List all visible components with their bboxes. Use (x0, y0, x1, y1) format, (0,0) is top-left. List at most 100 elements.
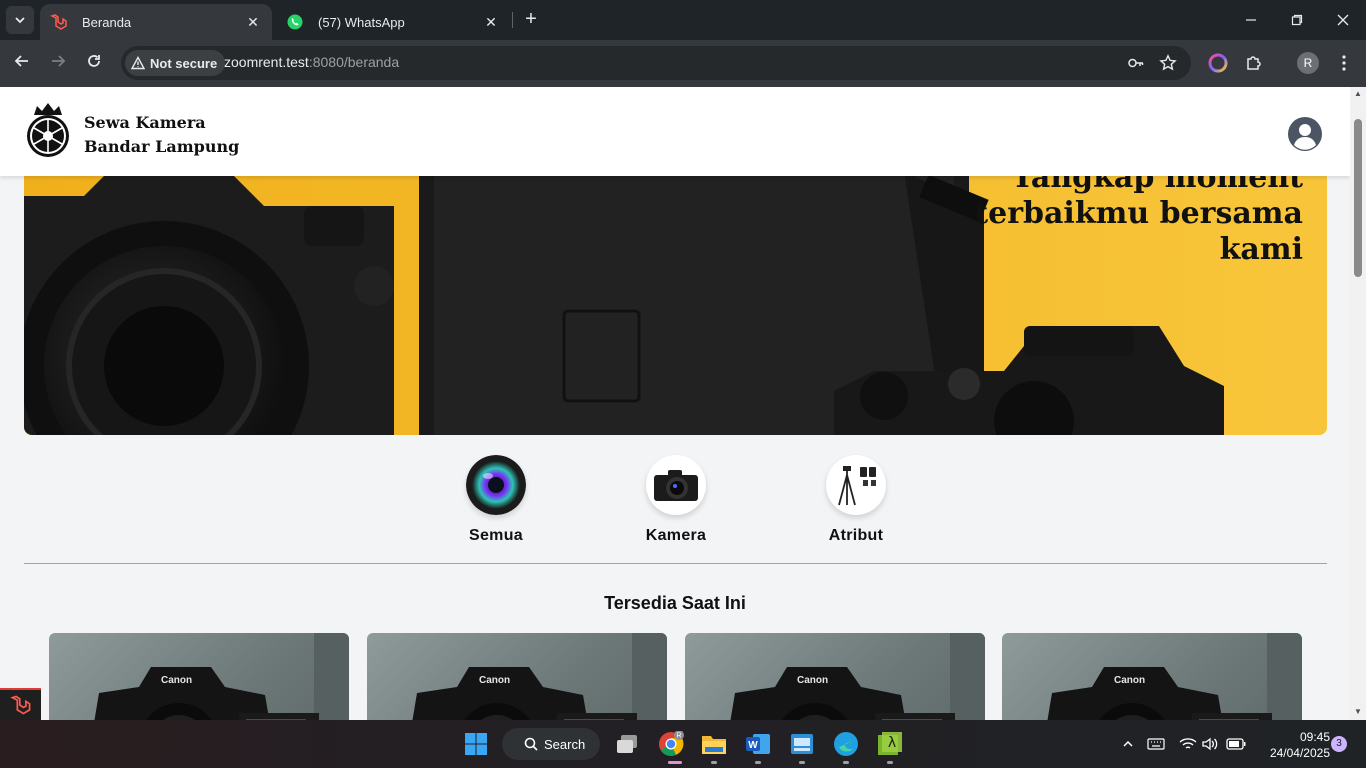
laravel-icon (50, 14, 67, 30)
restore-button[interactable] (1274, 0, 1320, 40)
security-chip[interactable]: Not secure (125, 50, 226, 76)
brand-logo-icon[interactable] (24, 97, 72, 159)
file-explorer-button[interactable] (698, 728, 730, 760)
category-label: Atribut (828, 527, 884, 544)
touch-keyboard-app-button[interactable] (786, 728, 818, 760)
running-app-indicator (843, 761, 849, 764)
product-card[interactable]: Canon (1002, 633, 1302, 720)
svg-text:R: R (676, 733, 681, 740)
chevron-down-icon (15, 17, 25, 24)
lens-icon (466, 455, 526, 515)
card-brand-label: Canon (479, 675, 510, 686)
product-card[interactable]: Canon (49, 633, 349, 720)
word-button[interactable]: W (742, 728, 774, 760)
hero-line-1: Tangkap moment (1011, 176, 1303, 195)
svg-text:λ: λ (888, 735, 896, 751)
svg-text:W: W (748, 740, 758, 751)
start-button[interactable] (460, 728, 492, 760)
back-button[interactable] (11, 52, 33, 74)
clock-date: 24/04/2025 (1269, 746, 1330, 760)
tab-beranda[interactable]: Beranda ✕ (40, 4, 272, 40)
reload-icon (88, 55, 100, 67)
address-bar[interactable]: Not secure zoomrent.test:8080/beranda (121, 46, 1191, 80)
user-account-icon[interactable] (1288, 117, 1322, 151)
clock-time: 09:45 (1299, 730, 1330, 744)
notification-badge[interactable]: 3 (1331, 736, 1347, 752)
color-extension-icon[interactable] (1207, 52, 1229, 74)
laravel-debug-badge[interactable] (0, 688, 41, 720)
section-divider (24, 563, 1327, 564)
arrow-left-icon (14, 55, 28, 67)
hero-line-2: terbaikmu bersama (974, 196, 1303, 231)
taskbar-search[interactable]: Search (502, 728, 600, 760)
windows-logo-icon (465, 733, 487, 755)
restore-icon (1291, 14, 1303, 26)
scroll-up-icon[interactable]: ▲ (1354, 89, 1362, 98)
extensions-puzzle-icon[interactable] (1243, 52, 1265, 74)
category-semua[interactable]: Semua (446, 455, 546, 545)
volume-icon[interactable] (1200, 734, 1220, 754)
close-icon (1337, 14, 1349, 26)
hero-tagline: Tangkap moment terbaikmu bersama kami (974, 176, 1303, 268)
lambda-app-button[interactable]: λ (874, 728, 906, 760)
running-app-indicator (711, 761, 717, 764)
brand-line-2: Bandar Lampung (84, 137, 240, 156)
search-icon (524, 737, 538, 751)
chrome-taskbar-button[interactable]: R (655, 728, 687, 760)
task-view-button[interactable] (611, 728, 643, 760)
chrome-icon: R (659, 731, 684, 756)
product-card[interactable]: Canon (685, 633, 985, 720)
tripod-icon (826, 455, 886, 515)
browser-toolbar: Not secure zoomrent.test:8080/beranda R (0, 40, 1366, 87)
url-path: :8080/beranda (308, 54, 400, 70)
close-window-button[interactable] (1320, 0, 1366, 40)
card-brand-label: Canon (161, 675, 192, 686)
search-label: Search (544, 736, 586, 752)
menu-kebab-icon[interactable] (1333, 52, 1355, 74)
new-tab-button[interactable]: + (520, 8, 542, 30)
system-clock[interactable]: 09:45 24/04/2025 (1254, 729, 1330, 761)
running-app-indicator (887, 761, 893, 764)
product-card[interactable]: Canon (367, 633, 667, 720)
running-app-indicator (799, 761, 805, 764)
close-tab-icon[interactable]: ✕ (244, 14, 262, 31)
minimize-button[interactable] (1228, 0, 1274, 40)
web-page: Sewa Kamera Bandar Lampung Tangkap momen… (0, 87, 1350, 720)
site-brand[interactable]: Sewa Kamera Bandar Lampung (84, 111, 239, 159)
active-app-indicator (668, 761, 682, 764)
camera-product-image: Canon (730, 633, 985, 720)
browser-tab-strip: Beranda ✕ (57) WhatsApp ✕ + (0, 0, 1366, 40)
category-label: Kamera (645, 527, 707, 544)
bookmark-star-icon[interactable] (1159, 54, 1177, 72)
hero-line-3: kami (1219, 232, 1303, 267)
site-header: Sewa Kamera Bandar Lampung (0, 87, 1350, 176)
tab-search-button[interactable] (6, 6, 34, 34)
battery-icon[interactable] (1226, 734, 1246, 754)
camera-product-image: Canon (412, 633, 667, 720)
camera-product-image: Canon (94, 633, 349, 720)
page-scrollbar[interactable]: ▲ ▼ (1350, 87, 1366, 720)
category-kamera[interactable]: Kamera (626, 455, 726, 545)
profile-avatar[interactable]: R (1297, 52, 1319, 74)
show-hidden-icons-chevron-icon[interactable] (1118, 734, 1138, 754)
scrollbar-thumb[interactable] (1354, 119, 1362, 277)
category-label: Semua (469, 527, 523, 544)
lambda-icon: λ (878, 732, 902, 755)
password-key-icon[interactable] (1127, 54, 1145, 72)
forward-button[interactable] (47, 52, 69, 74)
tab-title: (57) WhatsApp (318, 14, 405, 30)
close-tab-icon[interactable]: ✕ (482, 14, 500, 31)
keyboard-layout-icon[interactable] (1146, 734, 1166, 754)
url-text[interactable]: zoomrent.test:8080/beranda (224, 54, 399, 70)
camera-product-image: Canon (1047, 633, 1302, 720)
warning-icon (131, 56, 145, 70)
scroll-down-icon[interactable]: ▼ (1354, 707, 1362, 716)
arrow-right-icon (52, 55, 66, 67)
category-atribut[interactable]: Atribut (806, 455, 906, 545)
reload-button[interactable] (83, 52, 105, 74)
edge-button[interactable] (830, 728, 862, 760)
tab-whatsapp[interactable]: (57) WhatsApp ✕ (276, 4, 510, 40)
keyboard-app-icon (791, 734, 813, 754)
tab-title: Beranda (82, 14, 132, 30)
wifi-icon[interactable] (1178, 734, 1198, 754)
